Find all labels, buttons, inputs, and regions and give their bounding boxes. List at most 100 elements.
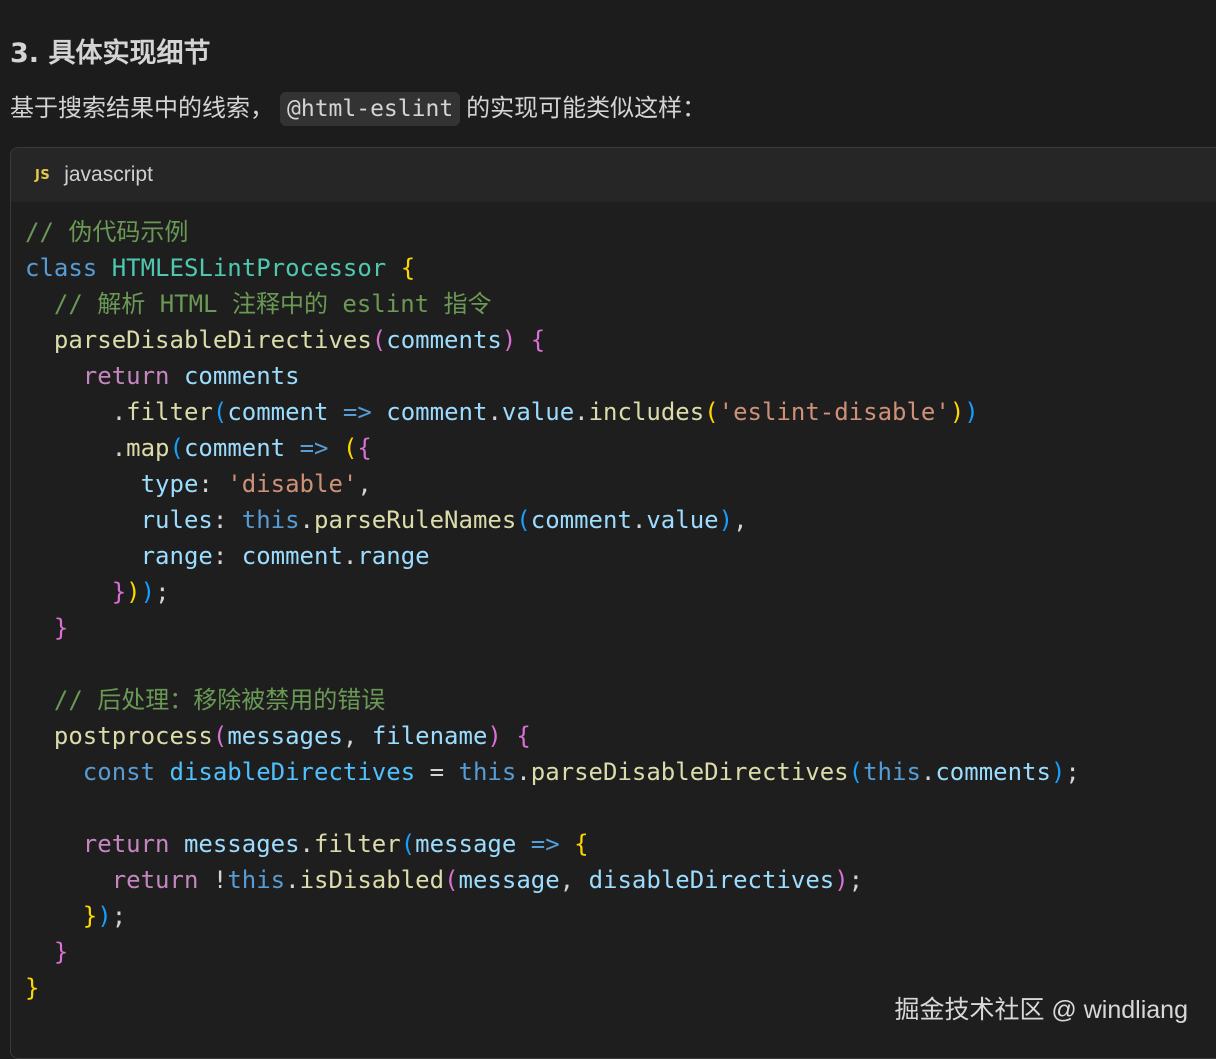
code-token: 'disable' xyxy=(227,470,358,498)
code-token: // 后处理：移除被禁用的错误 xyxy=(53,686,386,714)
code-token: ) xyxy=(834,866,849,894)
code-token: ) xyxy=(949,398,965,426)
code-token: parseDisableDirectives xyxy=(530,758,849,786)
code-token: // 解析 HTML 注释中的 eslint 指令 xyxy=(53,290,492,318)
code-token: value xyxy=(646,506,719,534)
code-token: ) xyxy=(501,326,517,354)
code-line: }); xyxy=(25,898,1080,934)
code-token: range xyxy=(140,542,213,570)
code-token: rules xyxy=(140,506,213,534)
code-language-label: javascript xyxy=(64,163,153,186)
code-token: ( xyxy=(444,866,459,894)
code-line: range: comment.range xyxy=(25,538,1080,574)
code-token: return xyxy=(82,362,170,390)
code-token: : xyxy=(198,470,228,498)
code-token: ( xyxy=(169,434,184,462)
code-token: ; xyxy=(1065,758,1080,786)
code-line: } xyxy=(25,934,1080,970)
code-token: message xyxy=(415,830,517,858)
code-token: . xyxy=(299,830,314,858)
code-token: comments xyxy=(386,326,502,354)
code-line: .map(comment => ({ xyxy=(25,430,1080,466)
code-token: HTMLESLintProcessor xyxy=(111,254,387,282)
javascript-icon: JS xyxy=(35,167,51,183)
code-token: ; xyxy=(848,866,864,894)
code-token: { xyxy=(400,254,416,282)
code-token: . xyxy=(342,542,358,570)
code-token: . xyxy=(516,758,531,786)
code-token: => xyxy=(530,830,560,858)
code-token: ) xyxy=(126,578,141,606)
code-token: . xyxy=(487,398,502,426)
code-token: } xyxy=(25,974,40,1002)
code-token: parseRuleNames xyxy=(314,506,517,534)
code-line: .filter(comment => comment.value.include… xyxy=(25,394,1080,430)
code-block-header: JS javascript xyxy=(11,148,1216,202)
code-token: this xyxy=(241,506,300,534)
code-token: : xyxy=(212,506,242,534)
code-token: this xyxy=(458,758,517,786)
intro-prefix: 基于搜索结果中的线索， xyxy=(10,94,274,122)
code-block: JS javascript // 伪代码示例 class HTMLESLintPr… xyxy=(10,147,1216,1059)
code-token: ( xyxy=(704,398,719,426)
code-token: comment xyxy=(227,398,329,426)
code-token: ) xyxy=(718,506,734,534)
code-line: // 解析 HTML 注释中的 eslint 指令 xyxy=(25,286,1080,322)
code-line: class HTMLESLintProcessor { xyxy=(25,250,1080,286)
code-token: . xyxy=(25,434,127,462)
code-token: ) xyxy=(97,902,112,930)
code-content: // 伪代码示例 class HTMLESLintProcessor { // 解… xyxy=(25,214,1080,1006)
code-token: this xyxy=(863,758,921,786)
code-token: , xyxy=(357,470,372,498)
code-token: filter xyxy=(314,830,401,858)
code-token: ) xyxy=(964,398,979,426)
code-line: return comments xyxy=(25,358,1080,394)
code-token: 'eslint-disable' xyxy=(718,398,950,426)
code-token: = xyxy=(415,758,459,786)
code-token: } xyxy=(53,614,69,642)
inline-code-package: @html-eslint xyxy=(280,92,461,126)
code-token: disableDirectives xyxy=(588,866,835,894)
code-token: ( xyxy=(212,398,228,426)
code-token: ( xyxy=(342,434,358,462)
code-token: } xyxy=(82,902,98,930)
code-token: messages xyxy=(183,830,300,858)
code-line: return !this.isDisabled(message, disable… xyxy=(25,862,1080,898)
code-token: . xyxy=(285,866,300,894)
code-token: { xyxy=(530,326,546,354)
code-token: : xyxy=(212,542,242,570)
watermark: 掘金技术社区 @ windliang xyxy=(894,996,1188,1024)
code-line: } xyxy=(25,610,1080,646)
code-token: ) xyxy=(1050,758,1066,786)
code-token: comment xyxy=(183,434,286,462)
code-token: disableDirectives xyxy=(169,758,416,786)
code-token: { xyxy=(574,830,589,858)
code-token: comment xyxy=(530,506,632,534)
code-token: ( xyxy=(848,758,864,786)
code-line: type: 'disable', xyxy=(25,466,1080,502)
code-token: ( xyxy=(371,326,387,354)
code-line: // 后处理：移除被禁用的错误 xyxy=(25,682,1080,718)
